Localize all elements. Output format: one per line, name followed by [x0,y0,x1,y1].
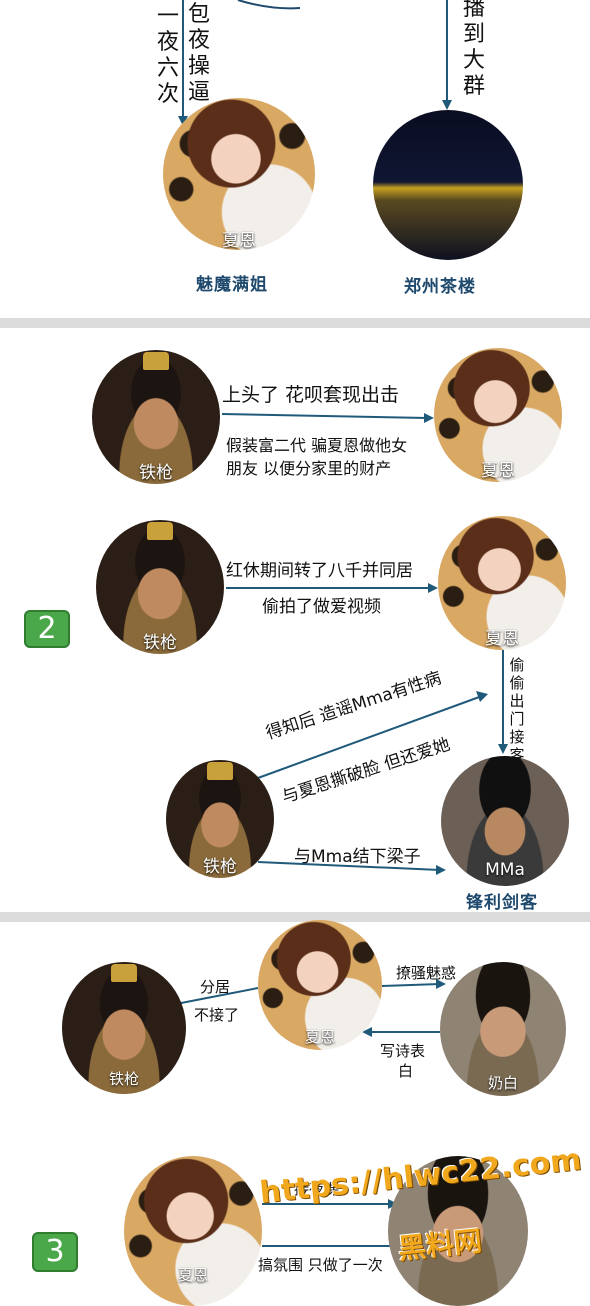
relation-text: 搞氛围 只做了一次 [258,1256,383,1274]
avatar-xiaen: 夏恩 [124,1156,262,1306]
section-4-connectors [262,1199,398,1247]
avatar-caption: 夏恩 [177,1266,208,1284]
step-badge: 3 [32,1232,78,1272]
